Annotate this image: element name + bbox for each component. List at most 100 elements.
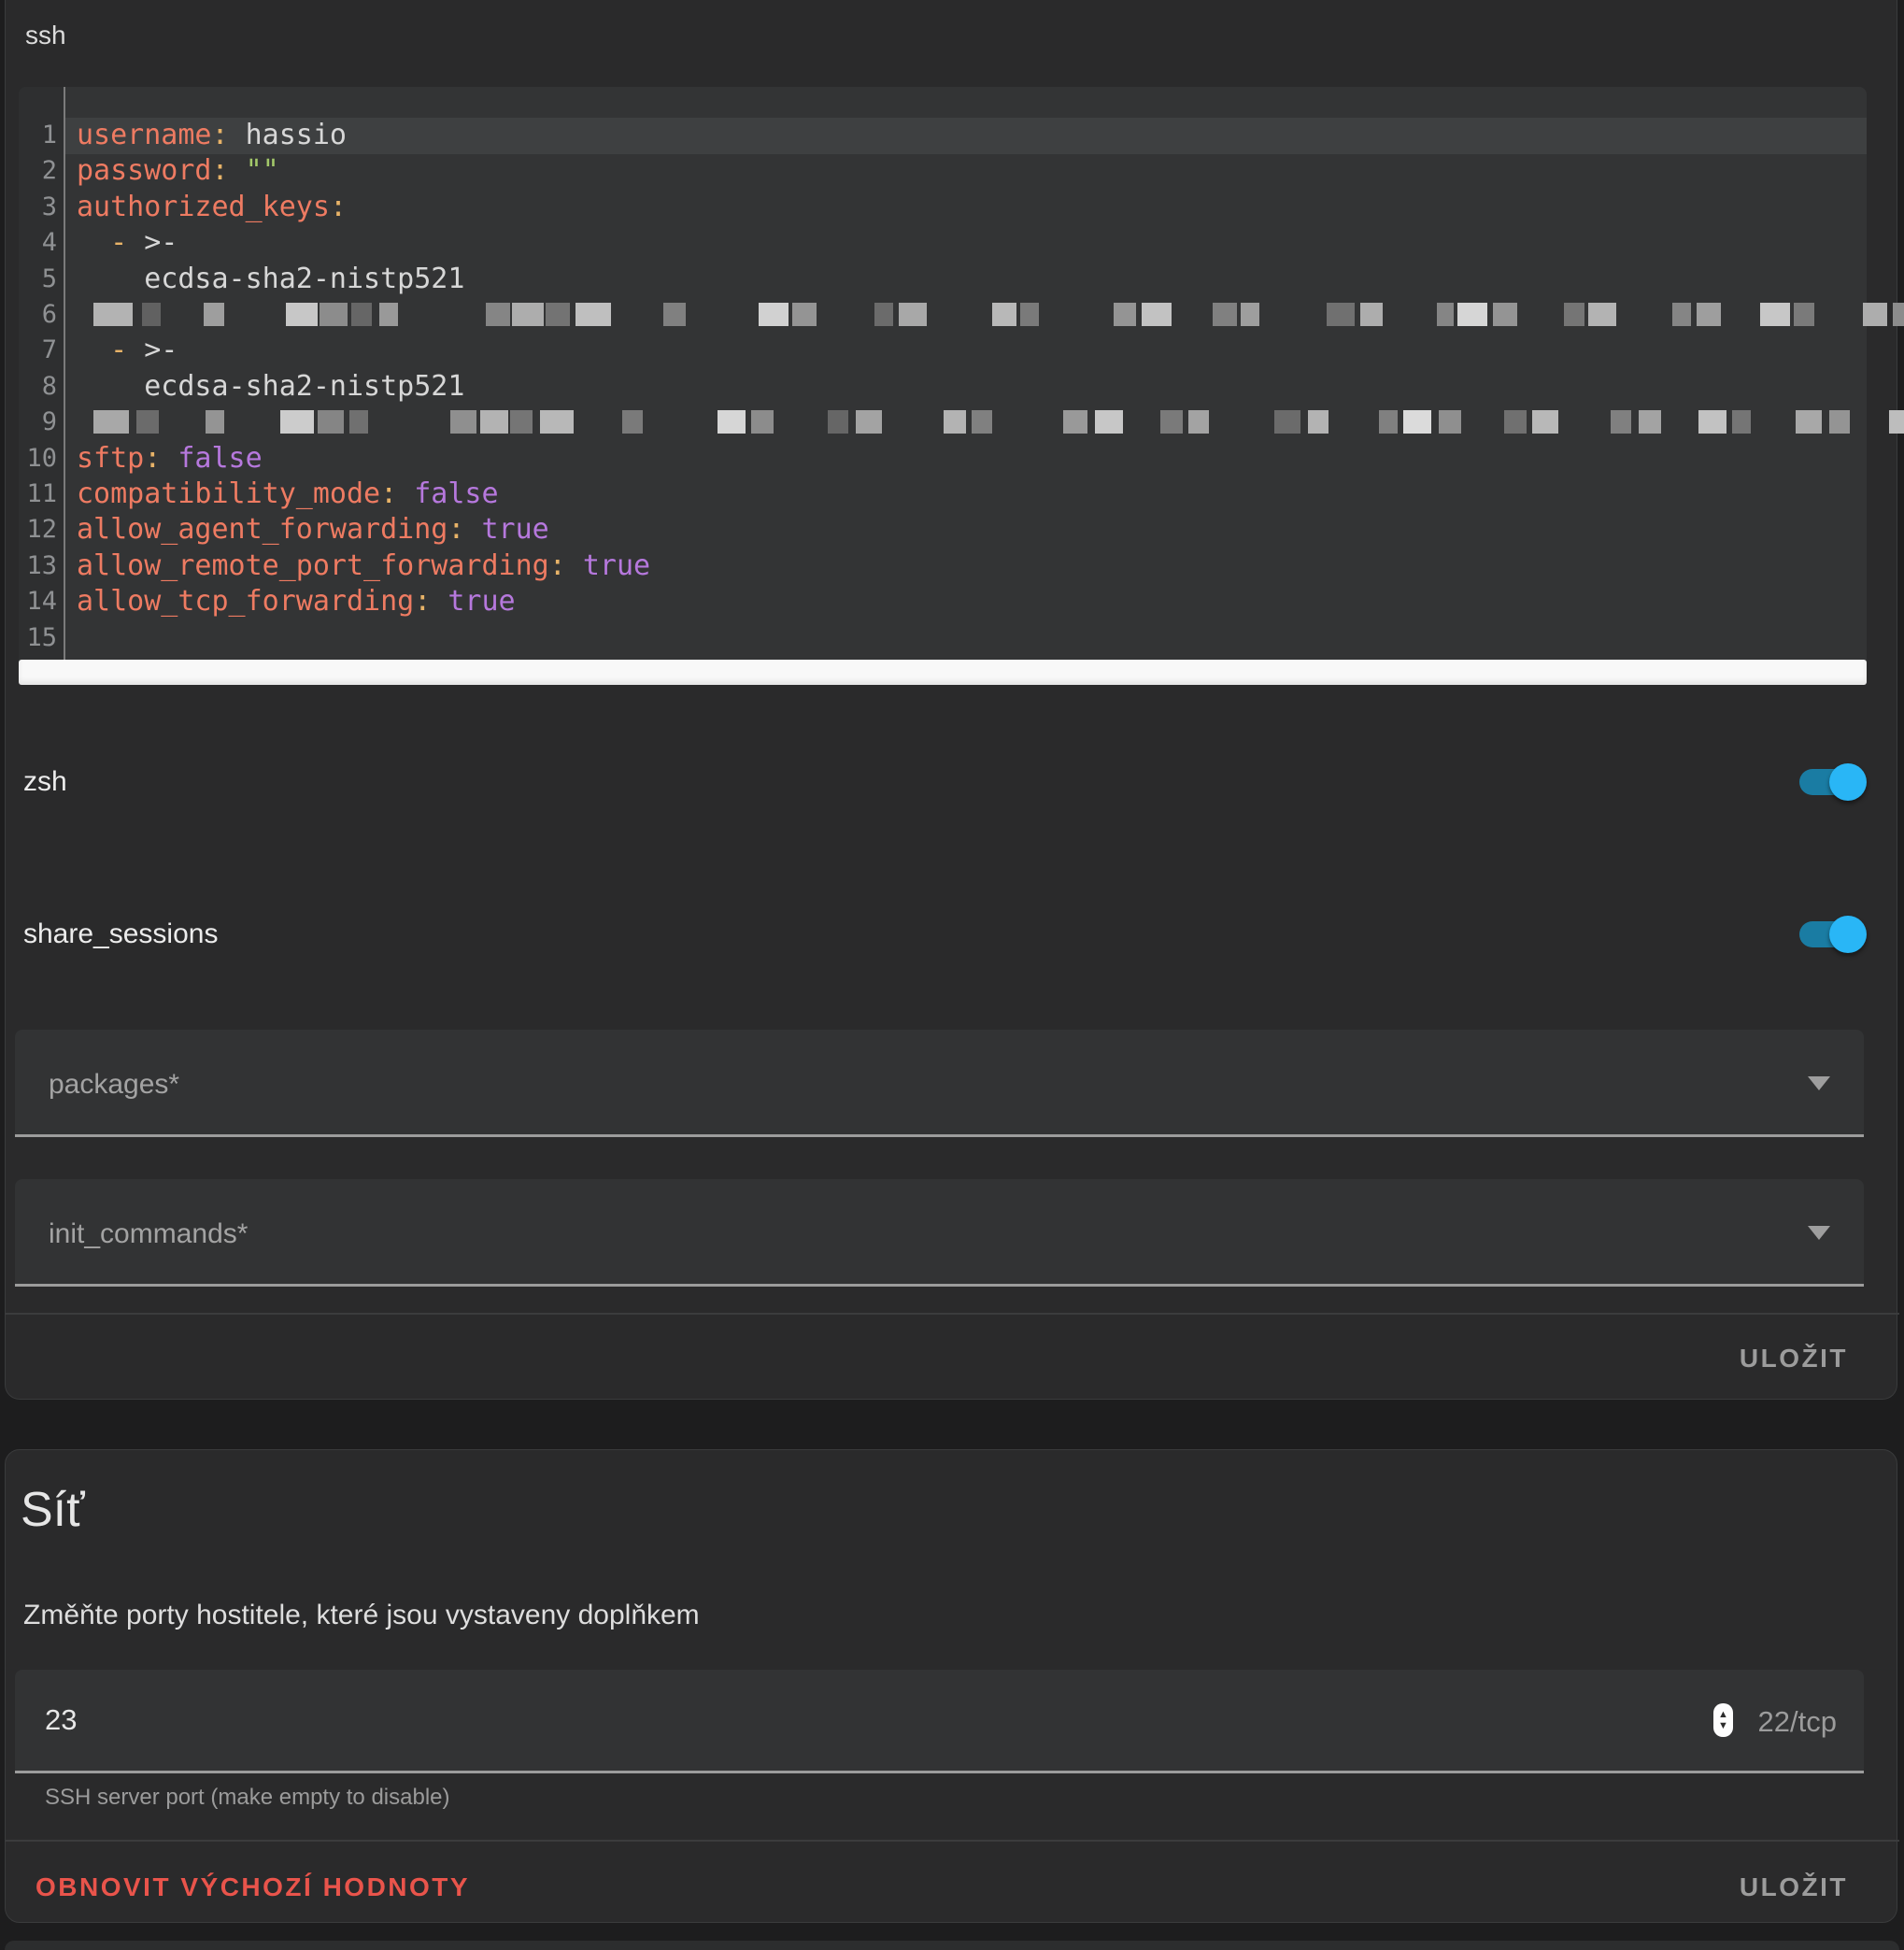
code-line[interactable]: allow_tcp_forwarding: true <box>77 584 1867 619</box>
code-token-bool: true <box>431 585 515 618</box>
redaction-block <box>1532 410 1558 434</box>
packages-select[interactable]: packages* <box>15 1030 1864 1137</box>
code-token-key: compatibility_mode <box>77 477 380 510</box>
redaction-block <box>759 303 789 326</box>
code-token-plain <box>77 226 110 259</box>
redaction-block <box>450 410 476 434</box>
yaml-editor[interactable]: 123456789101112131415 username: hassiopa… <box>19 87 1867 685</box>
code-line[interactable]: ecdsa-sha2-nistp521 <box>77 369 1867 405</box>
redaction-block <box>204 303 224 326</box>
code-line[interactable]: username: hassio <box>77 118 1867 153</box>
redaction-block <box>286 303 318 326</box>
redaction-block <box>1732 410 1751 434</box>
code-token-key: username <box>77 119 212 151</box>
code-line[interactable]: sftp: false <box>77 441 1867 477</box>
ssh-port-input[interactable]: 23 ▲ ▼ 22/tcp <box>15 1670 1864 1773</box>
line-number: 13 <box>26 548 57 584</box>
code-line[interactable]: - >- <box>77 225 1867 261</box>
container-port-label: 22/tcp <box>1758 1705 1837 1739</box>
redaction-block <box>1829 410 1850 434</box>
line-number: 3 <box>42 190 57 225</box>
redaction-block <box>486 303 510 326</box>
share-sessions-toggle[interactable] <box>1799 921 1861 947</box>
redaction-block <box>206 410 224 434</box>
editor-horizontal-scrollbar[interactable] <box>19 660 1867 685</box>
code-line[interactable]: allow_remote_port_forwarding: true <box>77 548 1867 584</box>
code-token-punc: - <box>110 334 144 366</box>
redaction-block <box>874 303 893 326</box>
redaction-block <box>1760 303 1790 326</box>
redaction-block <box>1063 410 1087 434</box>
init-commands-select[interactable]: init_commands* <box>15 1179 1864 1287</box>
line-number: 9 <box>42 405 57 440</box>
redaction-block <box>1439 410 1461 434</box>
redaction-block <box>1437 303 1454 326</box>
code-line[interactable]: ecdsa-sha2-nistp521 <box>77 262 1867 297</box>
zsh-label: zsh <box>23 766 67 798</box>
redaction-block <box>1213 303 1237 326</box>
network-title: Síť <box>21 1482 85 1538</box>
redaction-block <box>480 410 508 434</box>
save-config-button[interactable]: ULOŽIT <box>1726 1334 1861 1383</box>
zsh-toggle[interactable] <box>1799 769 1861 795</box>
code-line[interactable]: allow_agent_forwarding: true <box>77 512 1867 548</box>
stepper-down-arrow[interactable]: ▼ <box>1718 1720 1728 1731</box>
save-network-button[interactable]: ULOŽIT <box>1726 1863 1861 1912</box>
code-token-str: "" <box>229 154 279 187</box>
line-number: 1 <box>42 118 57 153</box>
redaction-block <box>718 410 746 434</box>
editor-line-number-gutter: 123456789101112131415 <box>19 87 65 660</box>
redaction-block <box>1672 303 1691 326</box>
redaction-block <box>1241 303 1259 326</box>
redaction-block <box>1889 410 1904 434</box>
chevron-down-icon <box>1808 1226 1830 1240</box>
redaction-block <box>1142 303 1172 326</box>
code-line[interactable]: - >- <box>77 333 1867 368</box>
share-sessions-row: share_sessions <box>0 911 1904 963</box>
ssh-port-helper-text: SSH server port (make empty to disable) <box>45 1785 450 1811</box>
redaction-block <box>1697 303 1721 326</box>
code-line[interactable]: authorized_keys: <box>77 190 1867 225</box>
number-stepper-icon[interactable]: ▲ ▼ <box>1713 1703 1733 1737</box>
init-commands-select-label: init_commands* <box>49 1218 248 1250</box>
redaction-block <box>1403 410 1431 434</box>
redaction-block <box>280 410 314 434</box>
reset-defaults-button[interactable]: OBNOVIT VÝCHOZÍ HODNOTY <box>22 1863 483 1912</box>
stepper-up-arrow[interactable]: ▲ <box>1718 1709 1728 1720</box>
code-token-plain: hassio <box>229 119 347 151</box>
zsh-row: zsh <box>0 759 1904 811</box>
line-number: 2 <box>42 153 57 189</box>
redaction-block <box>1796 410 1822 434</box>
redaction-block <box>1493 303 1517 326</box>
code-token-key: authorized_keys <box>77 191 330 223</box>
code-token-bool: false <box>397 477 498 510</box>
redaction-block <box>142 303 161 326</box>
redaction-block <box>944 410 966 434</box>
code-token-punc: : <box>212 154 229 187</box>
redaction-block <box>828 410 848 434</box>
line-number: 14 <box>26 584 57 619</box>
code-token-key: password <box>77 154 212 187</box>
redaction-block <box>1308 410 1329 434</box>
ssh-port-value[interactable]: 23 <box>45 1703 77 1737</box>
line-number: 6 <box>42 297 57 333</box>
code-line[interactable] <box>77 620 1867 656</box>
redaction-block <box>751 410 774 434</box>
redaction-block <box>351 303 372 326</box>
code-token-punc: : <box>144 442 161 475</box>
redaction-block <box>540 410 574 434</box>
code-token-plain <box>77 334 110 366</box>
code-line[interactable]: password: "" <box>77 153 1867 189</box>
line-number: 4 <box>42 225 57 261</box>
line-number: 5 <box>42 262 57 297</box>
code-token-punc: : <box>549 549 566 582</box>
code-line[interactable]: compatibility_mode: false <box>77 477 1867 512</box>
redaction-block <box>1360 303 1383 326</box>
redaction-block <box>1188 410 1209 434</box>
share-sessions-label: share_sessions <box>23 918 218 950</box>
redaction-block <box>320 303 348 326</box>
redaction-block <box>1893 303 1904 326</box>
redaction-block <box>136 410 159 434</box>
redacted-key-line <box>93 410 1904 435</box>
redaction-block <box>1327 303 1355 326</box>
